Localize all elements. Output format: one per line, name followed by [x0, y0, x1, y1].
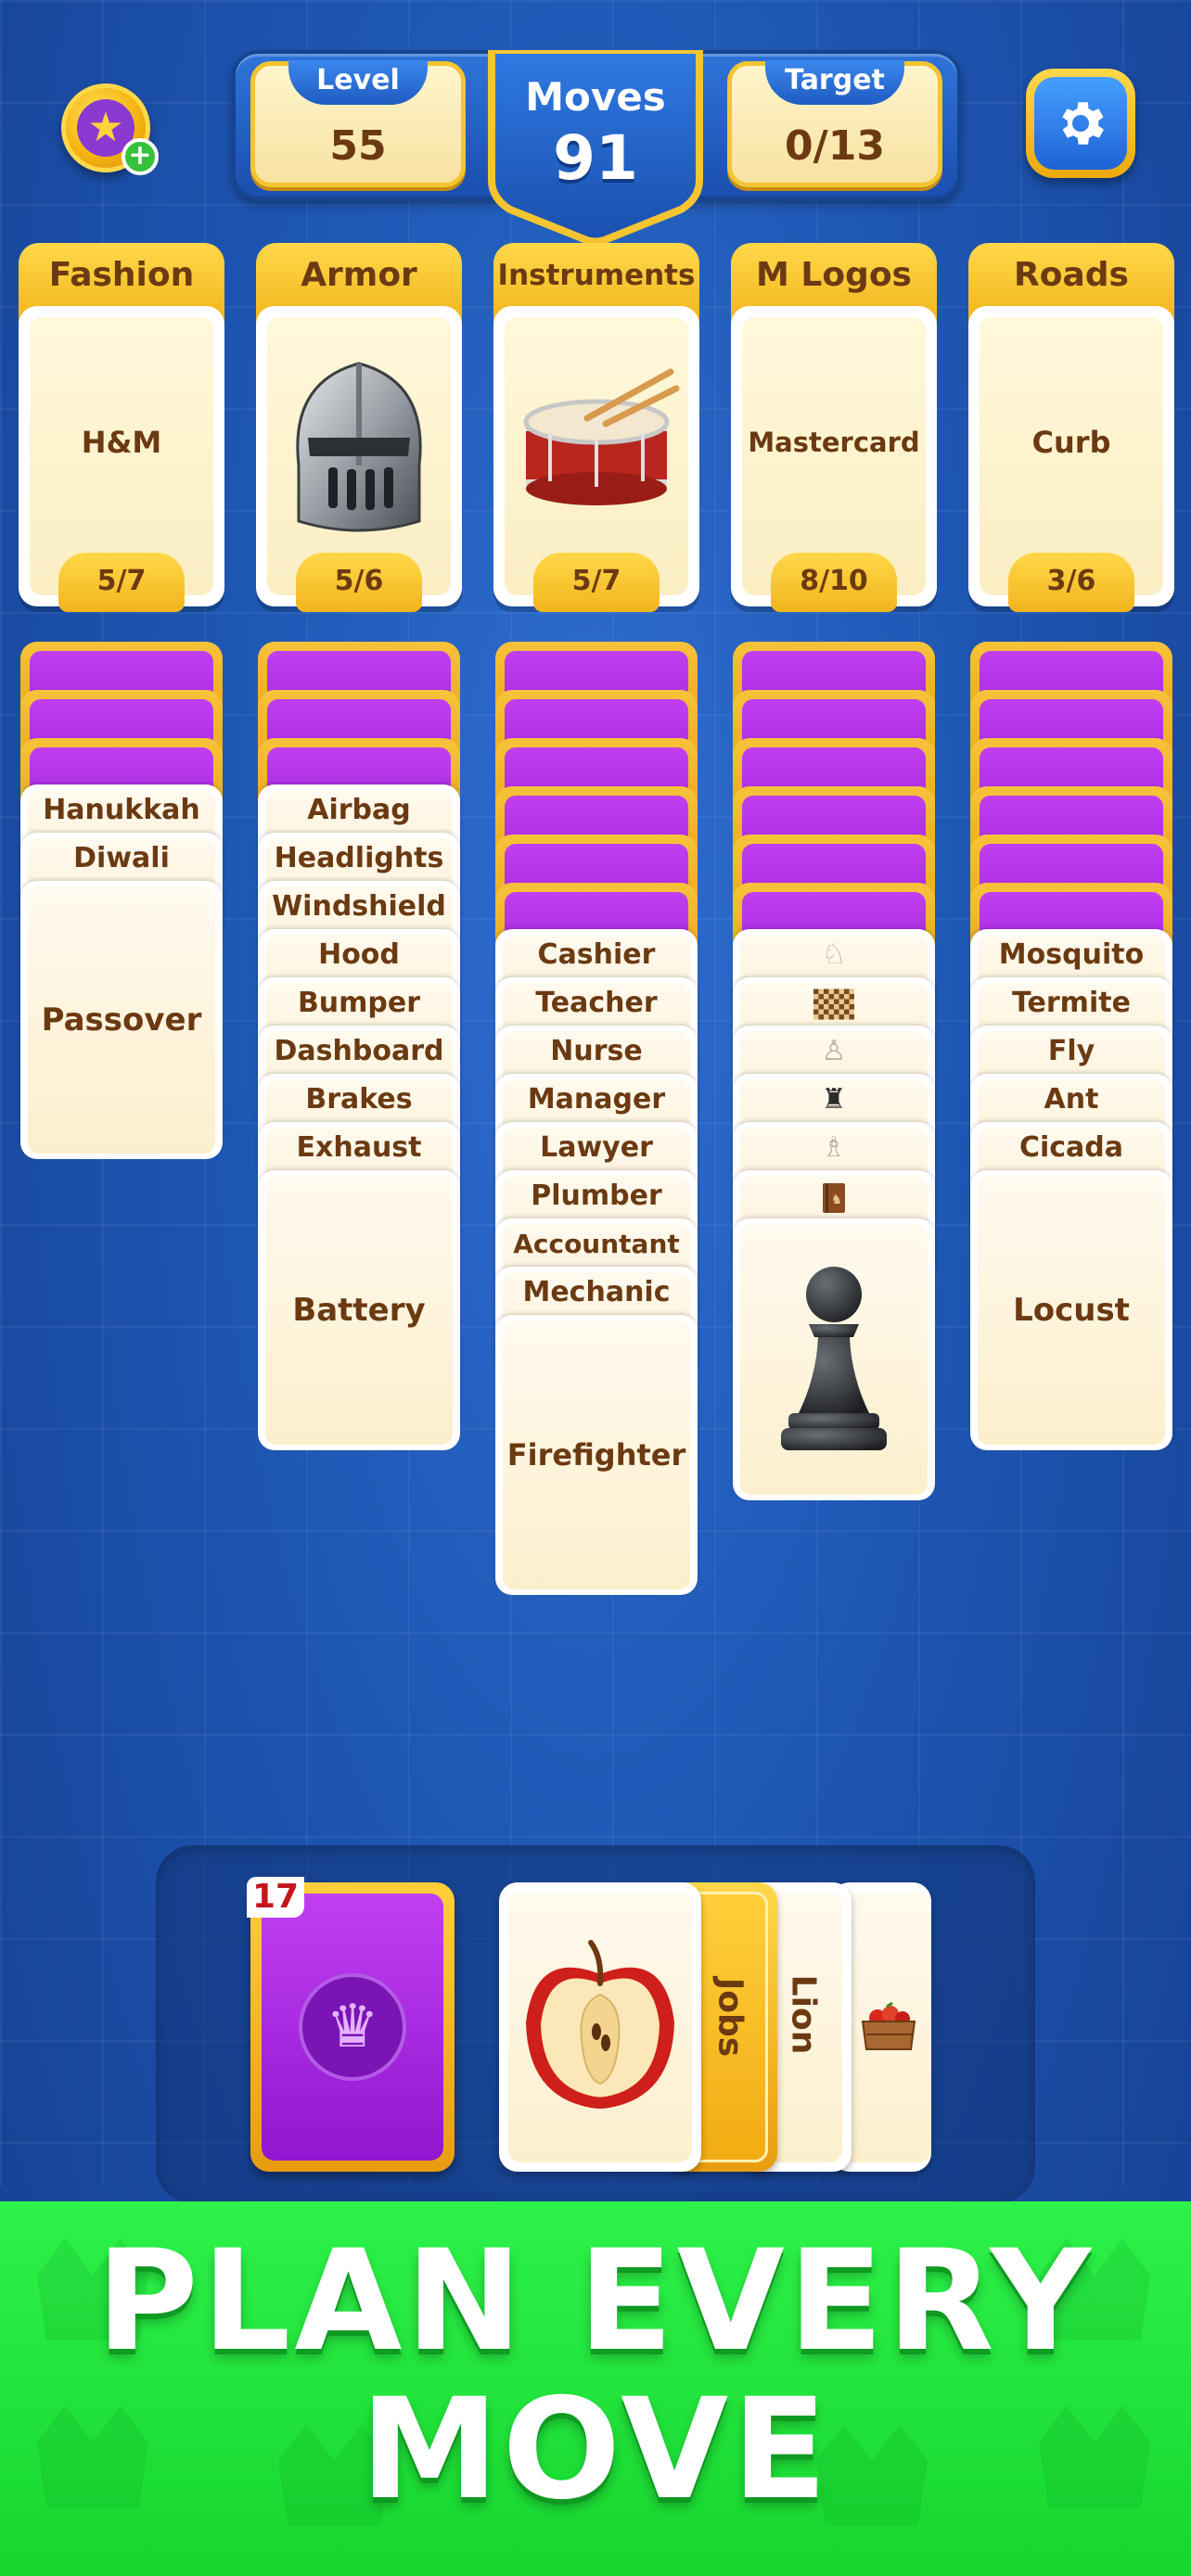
white-knight-icon: ♘ [821, 938, 847, 971]
black-pawn-icon [781, 1267, 887, 1450]
plus-icon: + [122, 138, 159, 175]
moves-label: Moves [525, 74, 666, 120]
promo-banner: PLAN EVERY MOVE [0, 2201, 1191, 2576]
hand-card-label: Jobs [711, 1977, 749, 2058]
category-count: 5/7 [533, 553, 660, 612]
banner-line-2: MOVE [360, 2369, 831, 2531]
coin-button[interactable]: ★ + [61, 83, 159, 175]
word-card-top[interactable]: Locust [970, 1170, 1172, 1450]
category-count: 5/6 [296, 553, 422, 612]
apple-icon [526, 1940, 674, 2109]
image-card-top[interactable] [733, 1218, 935, 1500]
moves-value: 91 [553, 122, 638, 194]
banner-line-1: PLAN EVERY [96, 2221, 1095, 2382]
white-bishop-icon: ♗ [821, 1131, 847, 1164]
chess-book-icon: ♞ [823, 1183, 845, 1213]
target-panel: Target 0/13 [727, 60, 942, 187]
drum-icon [523, 368, 680, 505]
hand-card-image[interactable] [499, 1882, 701, 2172]
target-label: Target [765, 60, 904, 105]
draw-deck[interactable]: ♛ 17 [247, 1877, 455, 2172]
gear-icon [1062, 102, 1105, 145]
word-card-top[interactable]: Passover [20, 881, 223, 1159]
white-pawn-icon: ♙ [821, 1035, 847, 1067]
black-rook-icon: ♜ [821, 1083, 847, 1116]
category-count: 5/7 [58, 553, 185, 612]
deck-count: 17 [247, 1877, 304, 1918]
level-panel: Level 55 [250, 60, 466, 187]
svg-text:♞: ♞ [831, 1192, 843, 1207]
word-card-top[interactable]: Battery [258, 1170, 460, 1450]
category-count: 3/6 [1008, 553, 1134, 612]
fruit-crate-icon [861, 2001, 916, 2050]
settings-button[interactable] [1026, 69, 1135, 178]
word-card-top[interactable]: Firefighter [495, 1315, 698, 1595]
category-slot-fashion[interactable]: Fashion H&M 5/7 [19, 243, 224, 612]
category-slot-instruments[interactable]: Instruments 5/7 [493, 243, 699, 612]
chessboard-icon [813, 988, 854, 1020]
level-value: 55 [329, 122, 387, 170]
moves-panel: Moves 91 [486, 50, 705, 245]
category-count: 8/10 [771, 553, 897, 612]
hand-card-label: Lion [784, 1974, 823, 2055]
category-slot-m-logos[interactable]: M Logos Mastercard 8/10 [731, 243, 937, 612]
target-value: 0/13 [785, 122, 885, 170]
knight-helmet-icon [296, 362, 422, 532]
category-slot-roads[interactable]: Roads Curb 3/6 [968, 243, 1174, 612]
crown-icon: ♛ [299, 1973, 406, 2081]
level-label: Level [288, 60, 428, 105]
category-slot-armor[interactable]: Armor 5/6 [256, 243, 462, 612]
